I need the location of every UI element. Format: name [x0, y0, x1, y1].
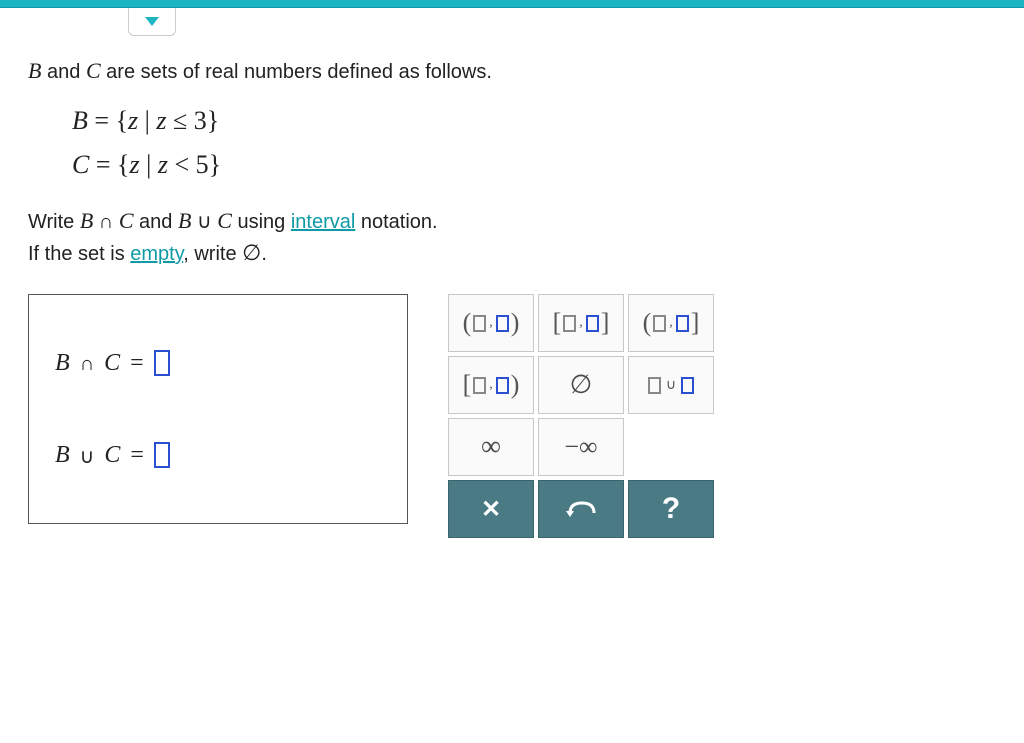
key-undo[interactable] — [538, 480, 624, 538]
key-clear[interactable]: ✕ — [448, 480, 534, 538]
clear-icon: ✕ — [481, 495, 501, 524]
undo-icon — [566, 499, 596, 519]
var-b: B — [28, 58, 41, 83]
empty-set-icon: ∅ — [242, 240, 261, 265]
key-closed-open[interactable]: [,) — [448, 356, 534, 414]
question-content: B and C are sets of real numbers defined… — [0, 8, 1024, 566]
var-c: C — [86, 58, 101, 83]
key-union[interactable]: ∪ — [628, 356, 714, 414]
key-open-open[interactable]: (,) — [448, 294, 534, 352]
intro-text: B and C are sets of real numbers defined… — [28, 58, 996, 84]
key-help[interactable]: ? — [628, 480, 714, 538]
help-icon: ? — [662, 492, 680, 526]
key-infinity[interactable]: ∞ — [448, 418, 534, 476]
empty-set-icon: ∅ — [570, 370, 593, 400]
neg-infinity-icon: −∞ — [564, 432, 597, 462]
infinity-icon: ∞ — [481, 431, 501, 463]
union-input[interactable] — [154, 442, 170, 468]
dropdown-tab[interactable] — [128, 8, 176, 36]
key-closed-closed[interactable]: [,] — [538, 294, 624, 352]
intersection-input[interactable] — [154, 350, 170, 376]
instruction-line-2: If the set is empty, write ∅. — [28, 240, 996, 266]
top-bar — [0, 0, 1024, 8]
set-c-definition: C = {z | z < 5} — [72, 150, 996, 180]
set-definitions: B = {z | z ≤ 3} C = {z | z < 5} — [72, 106, 996, 180]
keypad: (,) [,] (,] [,) ∅ ∪ ∞ −∞ — [448, 294, 714, 538]
answer-box: B ∩ C = B ∪ C = — [28, 294, 408, 524]
intersection-row: B ∩ C = — [55, 350, 381, 377]
interval-link[interactable]: interval — [291, 211, 355, 233]
set-b-definition: B = {z | z ≤ 3} — [72, 106, 996, 136]
chevron-down-icon — [145, 17, 159, 26]
union-row: B ∪ C = — [55, 442, 381, 469]
instruction-line-1: Write B ∩ C and B ∪ C using interval not… — [28, 208, 996, 234]
key-open-closed[interactable]: (,] — [628, 294, 714, 352]
key-empty-set[interactable]: ∅ — [538, 356, 624, 414]
work-area: B ∩ C = B ∪ C = (,) [,] (,] — [28, 294, 996, 538]
key-neg-infinity[interactable]: −∞ — [538, 418, 624, 476]
empty-link[interactable]: empty — [130, 243, 183, 265]
